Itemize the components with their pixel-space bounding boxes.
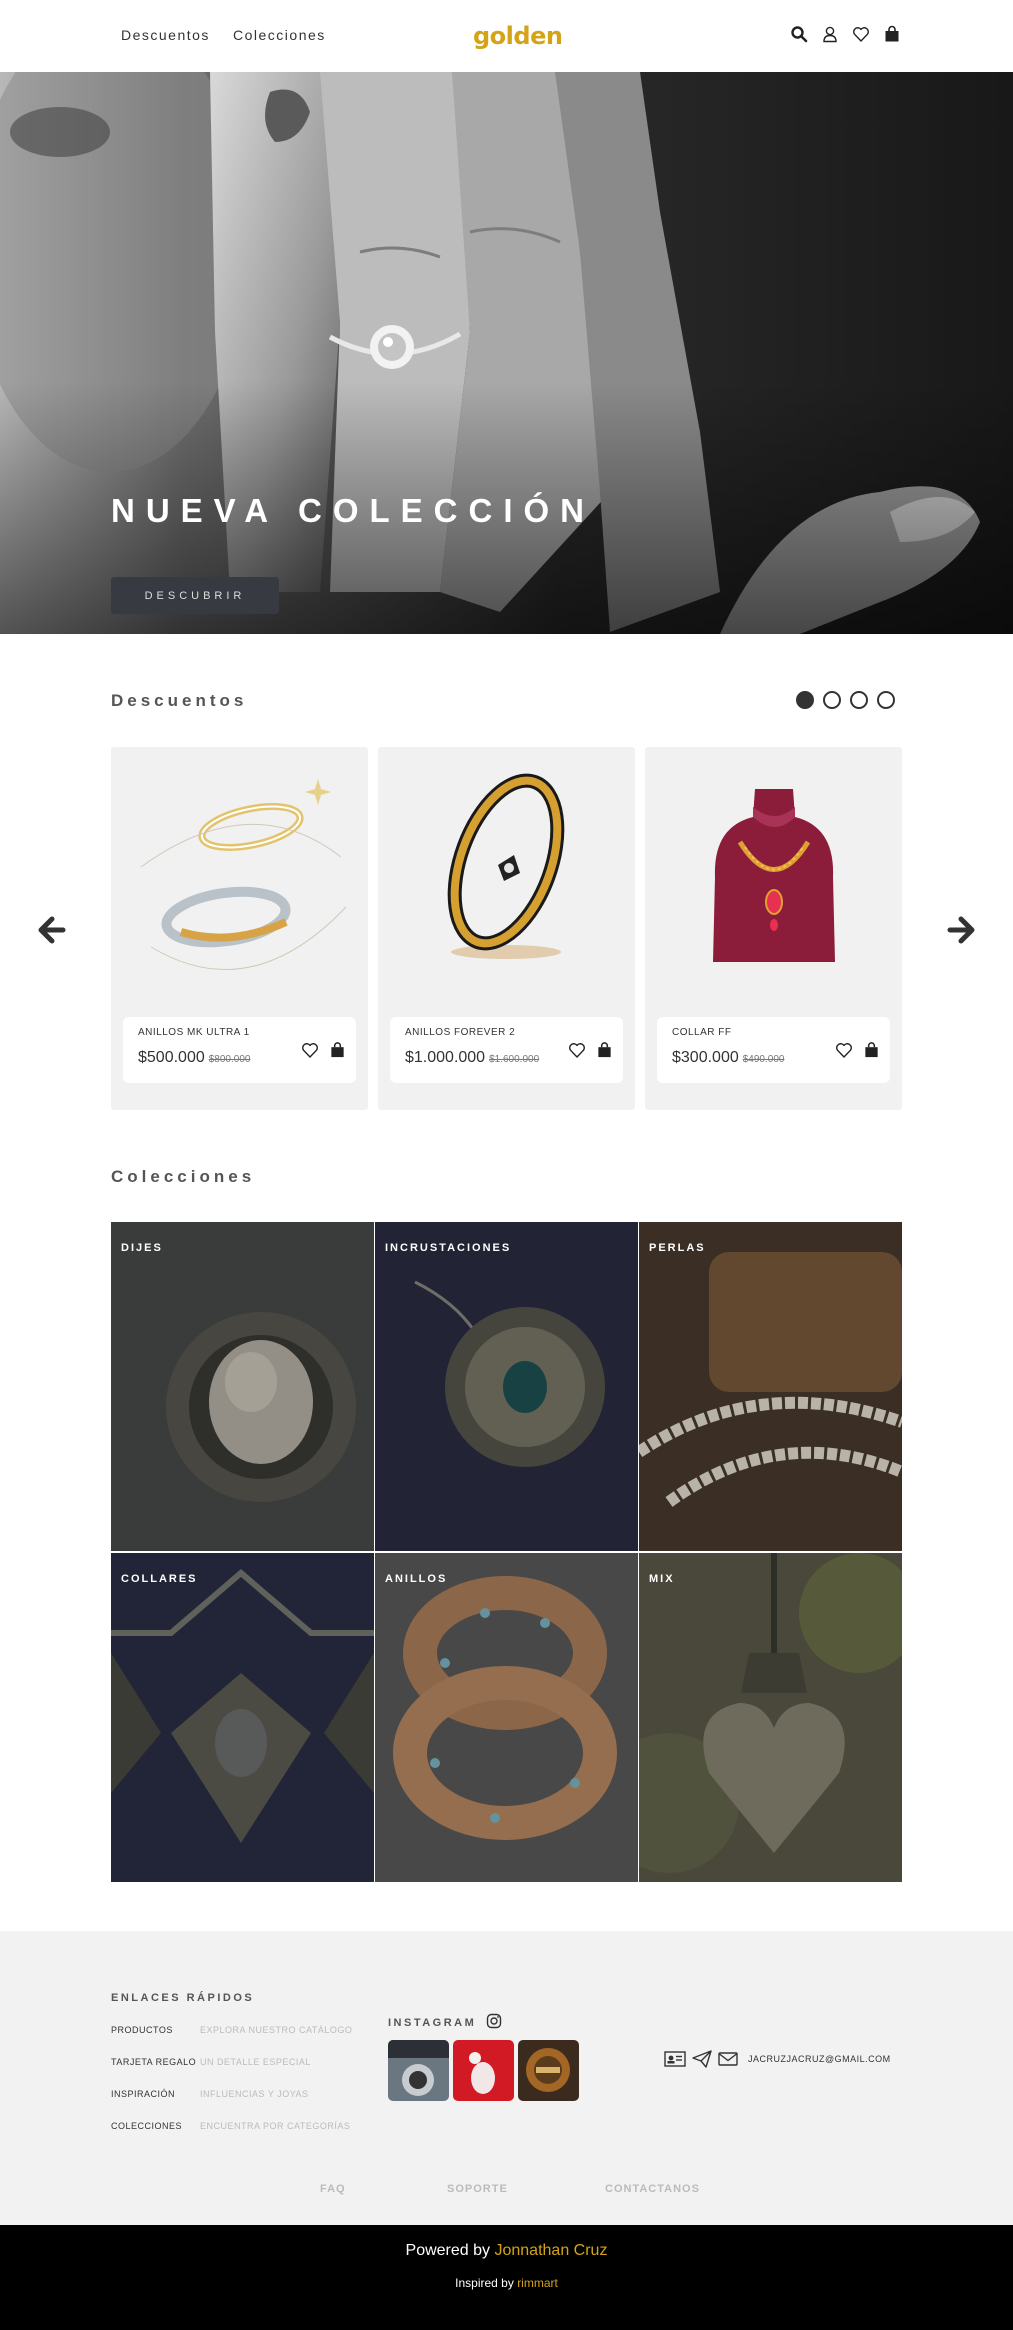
top-nav: Descuentos Colecciones golden <box>0 0 1013 72</box>
collection-tile-perlas[interactable]: PERLAS <box>639 1222 902 1551</box>
nav-link-descuentos[interactable]: Descuentos <box>121 27 210 43</box>
carousel-dot-2[interactable] <box>823 691 841 709</box>
product-info: COLLAR FF $300.000 $490.000 <box>657 1017 890 1083</box>
search-icon[interactable] <box>790 25 808 43</box>
collection-tile-mix[interactable]: MIX <box>639 1553 902 1882</box>
instagram-post-image <box>453 2040 514 2101</box>
product-info: ANILLOS FOREVER 2 $1.000.000 $1.600.000 <box>390 1017 623 1083</box>
collections-title: Colecciones <box>111 1167 256 1186</box>
product-name: ANILLOS MK ULTRA 1 <box>138 1027 250 1038</box>
heart-icon[interactable] <box>852 25 870 43</box>
price-value: $500.000 <box>138 1049 205 1066</box>
price-value: $1.000.000 <box>405 1049 486 1066</box>
collection-image-incrustaciones <box>375 1222 638 1551</box>
collection-label: ANILLOS <box>385 1573 448 1585</box>
collection-label: PERLAS <box>649 1242 706 1254</box>
carousel-dot-4[interactable] <box>877 691 895 709</box>
product-card[interactable]: COLLAR FF $300.000 $490.000 <box>645 747 902 1110</box>
instagram-post[interactable] <box>453 2040 514 2101</box>
collection-tile-dijes[interactable]: DIJES <box>111 1222 374 1551</box>
envelope-icon[interactable] <box>718 2051 738 2067</box>
collection-label: COLLARES <box>121 1573 198 1585</box>
product-price: $500.000 $800.000 <box>138 1049 250 1067</box>
carousel-dots <box>796 691 895 709</box>
footer-link-desc: EXPLORA NUESTRO CATÁLOGO <box>200 2025 353 2035</box>
add-to-bag-icon[interactable] <box>596 1041 613 1059</box>
wishlist-heart-icon[interactable] <box>301 1041 319 1059</box>
product-price: $300.000 $490.000 <box>672 1049 784 1067</box>
contact-email[interactable]: JACRUZJACRUZ@GMAIL.COM <box>748 2054 891 2064</box>
instagram-post-image <box>388 2040 449 2101</box>
footer-link-desc: UN DETALLE ESPECIAL <box>200 2057 311 2067</box>
powered-prefix: Powered by <box>405 2242 491 2259</box>
discounts-title: Descuentos <box>111 691 248 710</box>
collection-image-collares <box>111 1553 374 1882</box>
collection-image-anillos <box>375 1553 638 1882</box>
logo[interactable]: golden <box>473 22 563 50</box>
arrow-right-icon[interactable] <box>947 915 977 945</box>
add-to-bag-icon[interactable] <box>329 1041 346 1059</box>
collections-grid: DIJES INCRUSTACIONES PERLAS COLLARES ANI… <box>111 1222 902 1882</box>
collection-image-mix <box>639 1553 902 1882</box>
product-card[interactable]: ANILLOS MK ULTRA 1 $500.000 $800.000 <box>111 747 368 1110</box>
nav-icons <box>790 25 901 43</box>
contact-info: JACRUZJACRUZ@GMAIL.COM <box>664 2050 891 2068</box>
quick-links-title: ENLACES RÁPIDOS <box>111 1992 255 2004</box>
hero-title: NUEVA COLECCIÓN <box>111 492 596 529</box>
user-icon[interactable] <box>821 25 839 43</box>
discover-button[interactable]: DESCUBRIR <box>111 577 279 614</box>
product-info: ANILLOS MK ULTRA 1 $500.000 $800.000 <box>123 1017 356 1083</box>
product-price: $1.000.000 $1.600.000 <box>405 1049 539 1067</box>
footer-link-inspiracion[interactable]: INSPIRACIÓN <box>111 2089 175 2099</box>
hero-banner: NUEVA COLECCIÓN DESCUBRIR <box>0 72 1013 634</box>
footer-link-tarjeta-regalo[interactable]: TARJETA REGALO <box>111 2057 196 2067</box>
footer-link-soporte[interactable]: SOPORTE <box>447 2183 508 2195</box>
product-name: ANILLOS FOREVER 2 <box>405 1027 516 1038</box>
bag-icon[interactable] <box>883 25 901 43</box>
paper-plane-icon[interactable] <box>692 2050 712 2068</box>
carousel-dot-1[interactable] <box>796 691 814 709</box>
footer-link-desc: INFLUENCIAS Y JOYAS <box>200 2089 309 2099</box>
product-image-gold-bangle <box>447 773 565 959</box>
product-name: COLLAR FF <box>672 1027 732 1038</box>
price-value: $300.000 <box>672 1049 739 1066</box>
footer-link-colecciones[interactable]: COLECCIONES <box>111 2121 182 2131</box>
footer-link-desc: ENCUENTRA POR CATEGORÍAS <box>200 2121 351 2131</box>
product-image-necklace <box>713 789 835 962</box>
collection-image-dijes <box>111 1222 374 1551</box>
collection-tile-collares[interactable]: COLLARES <box>111 1553 374 1882</box>
arrow-left-icon[interactable] <box>36 915 66 945</box>
product-card[interactable]: ANILLOS FOREVER 2 $1.000.000 $1.600.000 <box>378 747 635 1110</box>
instagram-title: INSTAGRAM <box>388 2017 477 2029</box>
product-image-bracelets <box>140 779 347 970</box>
powered-author-link[interactable]: Jonnathan Cruz <box>494 2242 607 2259</box>
collection-tile-anillos[interactable]: ANILLOS <box>375 1553 638 1882</box>
collection-label: MIX <box>649 1573 675 1585</box>
add-to-bag-icon[interactable] <box>863 1041 880 1059</box>
carousel-dot-3[interactable] <box>850 691 868 709</box>
inspired-by: Inspired by rimmart <box>0 2276 1013 2290</box>
instagram-post-image <box>518 2040 579 2101</box>
collection-label: INCRUSTACIONES <box>385 1242 512 1254</box>
inspired-author-link[interactable]: rimmart <box>517 2276 558 2290</box>
inspired-prefix: Inspired by <box>455 2276 514 2290</box>
instagram-post[interactable] <box>388 2040 449 2101</box>
hero-hand-image <box>0 72 1013 634</box>
wishlist-heart-icon[interactable] <box>835 1041 853 1059</box>
instagram-post[interactable] <box>518 2040 579 2101</box>
id-card-icon <box>664 2051 686 2067</box>
instagram-icon[interactable] <box>486 2013 502 2029</box>
footer-link-faq[interactable]: FAQ <box>320 2183 346 2195</box>
footer-link-productos[interactable]: PRODUCTOS <box>111 2025 173 2035</box>
powered-by: Powered by Jonnathan Cruz <box>0 2242 1013 2260</box>
collection-label: DIJES <box>121 1242 163 1254</box>
footer-link-contactanos[interactable]: CONTACTANOS <box>605 2183 700 2195</box>
old-price: $490.000 <box>742 1054 785 1065</box>
collection-tile-incrustaciones[interactable]: INCRUSTACIONES <box>375 1222 638 1551</box>
old-price: $1.600.000 <box>489 1054 540 1065</box>
nav-link-colecciones[interactable]: Colecciones <box>233 27 326 43</box>
wishlist-heart-icon[interactable] <box>568 1041 586 1059</box>
collection-image-perlas <box>639 1222 902 1551</box>
old-price: $800.000 <box>208 1054 251 1065</box>
